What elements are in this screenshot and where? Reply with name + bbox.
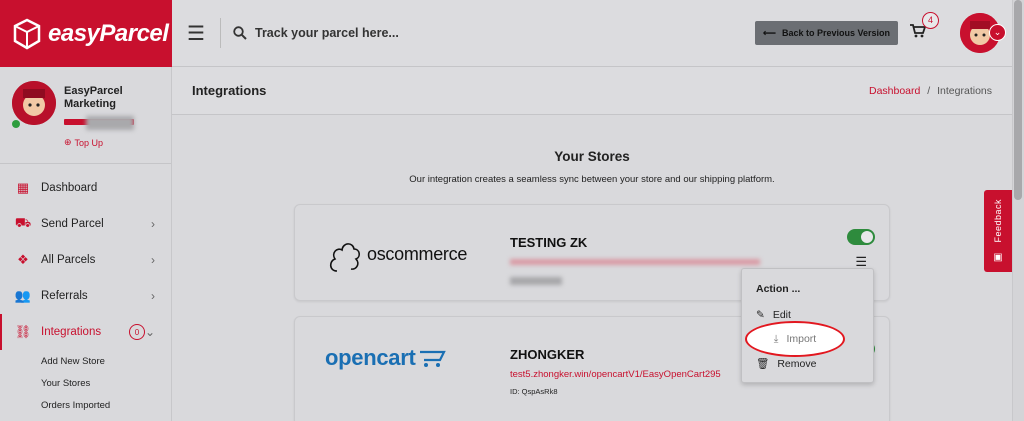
back-to-previous-version-button[interactable]: ⟵ Back to Previous Version <box>755 21 898 45</box>
store-id: ID: QspAsRk8 <box>510 387 558 396</box>
breadcrumb-separator: / <box>927 84 931 97</box>
download-icon: ⤓ <box>773 332 779 345</box>
sidebar-item-referrals[interactable]: 👥 Referrals › <box>0 278 171 314</box>
sidebar-nav: ▦ Dashboard ⛟ Send Parcel › ❖ All Parcel… <box>0 164 171 416</box>
sidebar-item-dashboard[interactable]: ▦ Dashboard <box>0 170 171 206</box>
store-name: ZHONGKER <box>510 347 585 362</box>
store-name: TESTING ZK <box>510 235 588 250</box>
sidebar-subitem-your-stores[interactable]: Your Stores <box>0 372 171 394</box>
main-content: Integrations Dashboard / Integrations Yo… <box>172 67 1012 421</box>
redacted-store-url <box>510 259 760 265</box>
chevron-right-icon: › <box>151 217 155 231</box>
brand-logo[interactable]: easyParcel <box>0 0 172 67</box>
divider <box>220 18 221 48</box>
box-logo-icon <box>13 18 41 49</box>
track-parcel-search[interactable]: Track your parcel here... <box>233 26 755 40</box>
trash-icon: 🗑 <box>756 358 770 370</box>
store-platform-name: opencart <box>325 345 416 370</box>
chevron-right-icon: › <box>151 253 155 267</box>
profile-panel: EasyParcel Marketing ⊕ Top Up <box>0 67 171 164</box>
import-label: Import <box>786 333 817 345</box>
scrollbar-thumb[interactable] <box>1014 0 1022 200</box>
page-header: Integrations Dashboard / Integrations <box>172 67 1012 115</box>
redacted-store-id <box>510 277 562 285</box>
edit-label: Edit <box>772 309 791 321</box>
opencart-cart-icon <box>419 350 446 367</box>
top-up-link[interactable]: ⊕ Top Up <box>64 137 103 148</box>
sidebar-subitem-orders-imported[interactable]: Orders Imported <box>0 394 171 416</box>
breadcrumb: Dashboard / Integrations <box>869 85 992 97</box>
action-menu-title: Action ... <box>756 283 801 295</box>
store-action-menu-icon[interactable]: ☰ <box>855 255 867 268</box>
page-scrollbar[interactable] <box>1012 0 1024 421</box>
section-subtitle: Our integration creates a seamless sync … <box>409 174 775 185</box>
feedback-label: Feedback <box>993 198 1003 243</box>
online-status-dot <box>12 120 20 128</box>
oscommerce-logo: oscommerce <box>327 235 467 273</box>
oscommerce-cloud-icon <box>329 243 360 272</box>
hamburger-menu-icon[interactable]: ☰ <box>172 21 220 46</box>
plus-circle-icon: ⊕ <box>64 137 72 147</box>
boxes-icon: ❖ <box>17 252 29 267</box>
cart-button[interactable]: 4 <box>910 11 950 43</box>
store-sync-toggle[interactable] <box>847 229 875 245</box>
breadcrumb-current: Integrations <box>937 84 992 97</box>
chevron-right-icon: › <box>151 289 155 303</box>
integrations-count-badge: 0 <box>129 324 145 340</box>
remove-label: Remove <box>777 357 817 370</box>
chevron-down-icon: ⌄ <box>144 325 155 339</box>
back-button-label: Back to Previous Version <box>781 28 890 38</box>
sidebar-subitem-add-new-store[interactable]: Add New Store <box>0 350 171 372</box>
pencil-icon: ✎ <box>756 309 765 321</box>
redacted-balance <box>86 116 134 130</box>
top-up-label: Top Up <box>74 137 104 148</box>
sidebar-item-label: All Parcels <box>41 254 96 266</box>
store-url-link[interactable]: test5.zhongker.win/opencartV1/EasyOpenCa… <box>510 369 738 380</box>
sidebar-item-integrations[interactable]: ⛓ Integrations 0 ⌄ <box>0 314 171 350</box>
sidebar-item-label: Referrals <box>41 290 88 302</box>
sidebar-item-all-parcels[interactable]: ❖ All Parcels › <box>0 242 171 278</box>
chevron-down-icon[interactable]: ⌄ <box>989 24 1006 41</box>
opencart-logo: opencart <box>325 345 448 371</box>
arrow-left-icon: ⟵ <box>763 27 776 38</box>
store-platform-name: oscommerce <box>367 243 468 264</box>
sidebar: EasyParcel Marketing ⊕ Top Up ▦ Dashboar… <box>0 67 172 421</box>
section-title: Your Stores <box>554 149 630 164</box>
profile-name: EasyParcel Marketing <box>64 85 123 110</box>
search-icon <box>233 26 247 40</box>
cart-count-badge: 4 <box>922 11 939 29</box>
dashboard-icon: ▦ <box>16 180 30 195</box>
edit-menu-item[interactable]: ✎ Edit <box>756 309 791 321</box>
feedback-icon: ▣ <box>993 252 1003 264</box>
feedback-tab[interactable]: Feedback ▣ <box>984 190 1012 272</box>
search-placeholder: Track your parcel here... <box>255 26 399 40</box>
page-title: Integrations <box>192 83 267 98</box>
mascot-avatar-image <box>12 81 56 125</box>
remove-menu-item[interactable]: 🗑 Remove <box>756 357 817 371</box>
import-menu-item[interactable]: ⤓ Import <box>745 321 845 357</box>
sidebar-item-label: Send Parcel <box>41 218 104 230</box>
truck-icon: ⛟ <box>14 215 32 230</box>
top-bar: ☰ Track your parcel here... ⟵ Back to Pr… <box>172 0 1024 67</box>
brand-name: easyParcel <box>48 19 169 47</box>
sidebar-item-label: Dashboard <box>41 182 98 194</box>
user-plus-icon: 👥 <box>14 288 32 303</box>
app-root: easyParcel ☰ Track your parcel here... ⟵… <box>0 0 1024 421</box>
breadcrumb-dashboard-link[interactable]: Dashboard <box>869 85 920 97</box>
profile-avatar <box>12 81 56 125</box>
sidebar-item-label: Integrations <box>41 326 102 338</box>
sidebar-item-send-parcel[interactable]: ⛟ Send Parcel › <box>0 206 171 242</box>
link-icon: ⛓ <box>14 324 32 339</box>
